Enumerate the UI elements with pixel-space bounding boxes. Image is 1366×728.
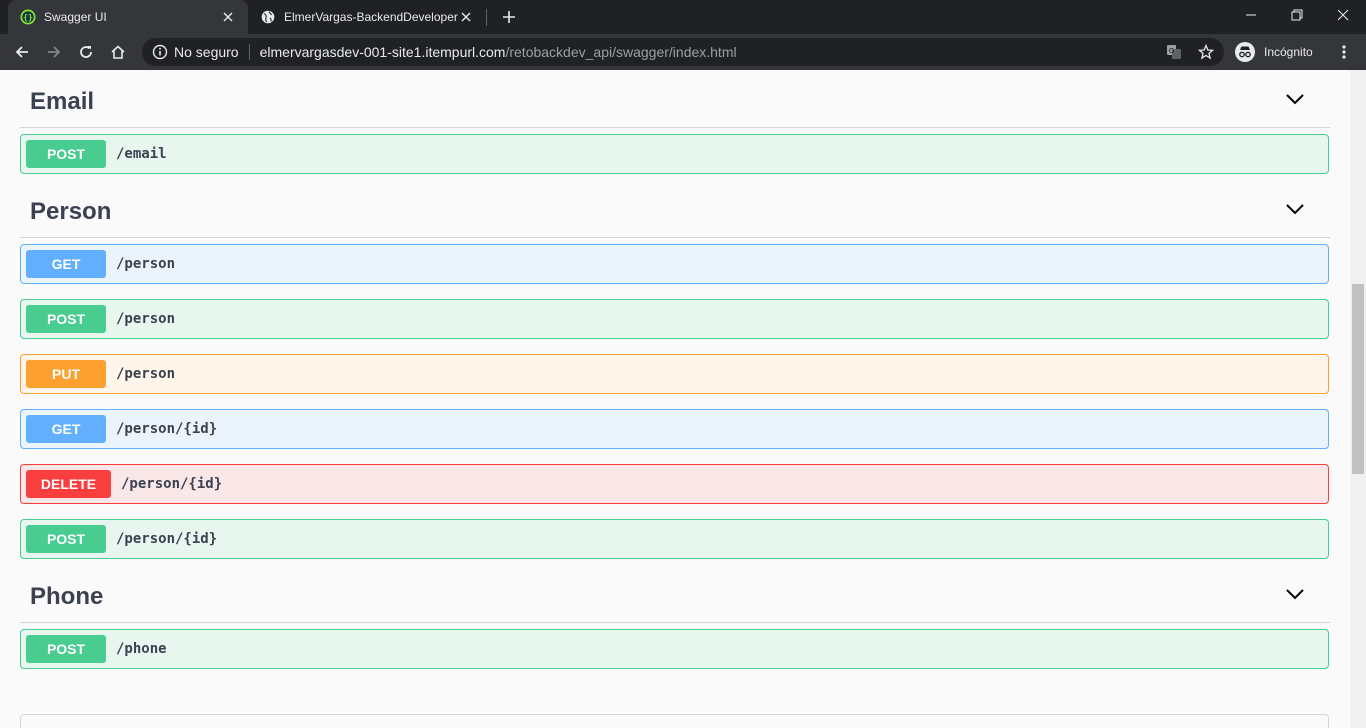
operation-post-person[interactable]: POST /person: [20, 299, 1329, 339]
operation-path: /person/{id}: [121, 476, 223, 492]
method-badge: GET: [26, 250, 106, 278]
schemas-section[interactable]: [20, 714, 1329, 728]
chevron-down-icon[interactable]: [1286, 92, 1304, 106]
chevron-down-icon[interactable]: [1286, 202, 1304, 216]
section-header-phone[interactable]: Phone: [20, 573, 1330, 623]
bookmark-star-icon[interactable]: [1198, 44, 1214, 60]
operation-path: /email: [116, 146, 167, 162]
translate-icon[interactable]: G: [1166, 44, 1182, 60]
operation-post-phone[interactable]: POST /phone: [20, 629, 1329, 669]
method-badge: POST: [26, 305, 106, 333]
method-badge: DELETE: [26, 470, 111, 498]
home-icon[interactable]: [104, 38, 132, 66]
globe-icon: [260, 9, 276, 25]
browser-tab-bar: {} Swagger UI ElmerVargas-BackendDevelop…: [0, 0, 1366, 34]
method-badge: GET: [26, 415, 106, 443]
operation-path: /person/{id}: [116, 421, 218, 437]
tab-title: ElmerVargas-BackendDeveloper: [284, 10, 458, 24]
section-header-email[interactable]: Email: [20, 78, 1330, 128]
new-tab-icon[interactable]: [499, 7, 519, 27]
close-window-icon[interactable]: [1320, 0, 1366, 30]
tab-swagger-ui[interactable]: {} Swagger UI: [8, 0, 248, 34]
page-scrollbar[interactable]: [1350, 70, 1366, 728]
method-badge: POST: [26, 525, 106, 553]
section-header-person[interactable]: Person: [20, 188, 1330, 238]
operation-post-person-id[interactable]: POST /person/{id}: [20, 519, 1329, 559]
tab-title: Swagger UI: [44, 10, 107, 24]
operation-get-person-id[interactable]: GET /person/{id}: [20, 409, 1329, 449]
url-host: elmervargasdev-001-site1.itempurl.com: [259, 44, 506, 60]
swagger-icon: {}: [20, 9, 36, 25]
operation-path: /person/{id}: [116, 531, 218, 547]
operation-post-email[interactable]: POST /email: [20, 134, 1329, 174]
svg-text:G: G: [1169, 47, 1174, 55]
operation-delete-person-id[interactable]: DELETE /person/{id}: [20, 464, 1329, 504]
method-badge: PUT: [26, 360, 106, 388]
tab-elmervargas[interactable]: ElmerVargas-BackendDeveloper: [248, 0, 486, 34]
chevron-down-icon[interactable]: [1286, 587, 1304, 601]
swagger-page: Email POST /email Person GET /person POS…: [0, 70, 1350, 728]
forward-arrow-icon[interactable]: [40, 38, 68, 66]
back-arrow-icon[interactable]: [8, 38, 36, 66]
tab-close-icon[interactable]: [220, 9, 236, 25]
kebab-menu-icon[interactable]: [1334, 42, 1354, 62]
method-badge: POST: [26, 140, 106, 168]
minimize-icon[interactable]: [1228, 0, 1274, 30]
operation-path: /phone: [116, 641, 167, 657]
operation-path: /person: [116, 311, 176, 327]
svg-text:{}: {}: [23, 13, 33, 22]
tab-close-icon[interactable]: [458, 9, 474, 25]
tab-separator: [486, 9, 487, 26]
operation-path: /person: [116, 256, 176, 272]
address-bar[interactable]: No seguro elmervargasdev-001-site1.itemp…: [142, 38, 1224, 66]
scrollbar-thumb[interactable]: [1352, 284, 1364, 474]
operation-put-person[interactable]: PUT /person: [20, 354, 1329, 394]
section-title: Phone: [30, 583, 104, 610]
restore-icon[interactable]: [1274, 0, 1320, 30]
method-badge: POST: [26, 635, 106, 663]
operation-path: /person: [116, 366, 176, 382]
incognito-label: Incógnito: [1264, 45, 1313, 59]
security-label: No seguro: [174, 44, 239, 60]
info-icon[interactable]: [152, 44, 168, 60]
incognito-icon: [1235, 42, 1255, 62]
url-path: /retobackdev_api/swagger/index.html: [505, 44, 737, 60]
omnibox-separator: [248, 44, 250, 60]
reload-icon[interactable]: [72, 38, 100, 66]
section-title: Person: [30, 198, 112, 225]
section-title: Email: [30, 88, 95, 115]
incognito-profile-button[interactable]: Incógnito: [1230, 38, 1326, 66]
operation-get-person[interactable]: GET /person: [20, 244, 1329, 284]
browser-toolbar: No seguro elmervargasdev-001-site1.itemp…: [0, 34, 1366, 70]
